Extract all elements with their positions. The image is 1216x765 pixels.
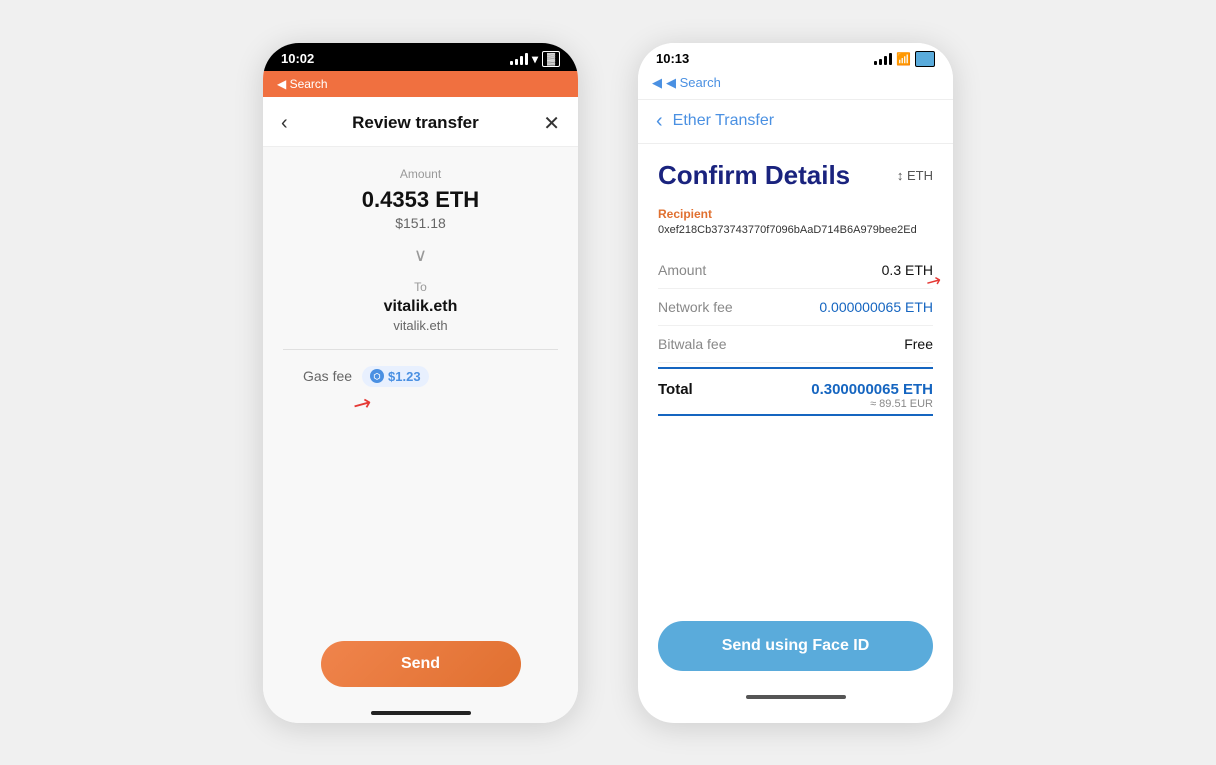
gas-fee-row: Gas fee ⬡ $1.23 — [293, 366, 429, 387]
total-label: Total — [658, 381, 693, 398]
amount-eth: 0.4353 ETH — [362, 187, 479, 213]
search-back-2[interactable]: ◀ — [652, 75, 662, 91]
nav-header-2: ‹ Ether Transfer — [638, 100, 953, 144]
gas-fee-label: Gas fee — [303, 368, 352, 384]
back-button-1[interactable]: ‹ — [281, 112, 288, 135]
to-sub: vitalik.eth — [393, 318, 447, 333]
wifi-icon-2: 📶 — [896, 52, 911, 66]
phone2-main-content: Confirm Details ↕ ETH Recipient 0xef218C… — [638, 144, 953, 723]
recipient-address: 0xef218Cb373743770f7096bAaD714B6A979bee2… — [658, 224, 933, 236]
detail-label-network-fee: Network fee — [658, 299, 733, 315]
confirm-title: Confirm Details — [658, 160, 850, 191]
phone1-main-content: Amount 0.4353 ETH $151.18 ∨ To vitalik.e… — [263, 147, 578, 723]
status-bar-1: 10:02 ▾ ▓ — [263, 43, 578, 71]
page-title-2: Ether Transfer — [673, 112, 774, 130]
face-id-button[interactable]: Send using Face ID — [658, 621, 933, 671]
time-2: 10:13 — [656, 51, 689, 66]
amount-usd: $151.18 — [395, 215, 446, 231]
status-icons-2: 📶 ▓ — [874, 51, 935, 67]
detail-value-network-fee: 0.000000065 ETH — [819, 299, 933, 315]
phone1: 10:02 ▾ ▓ ◀ Search ‹ Review transfer ✕ A… — [263, 43, 578, 723]
close-button-1[interactable]: ✕ — [543, 111, 560, 136]
to-label: To — [414, 280, 427, 294]
red-arrow-icon-1: ↗ — [348, 388, 377, 420]
signal-icon-2 — [874, 53, 892, 65]
status-icons-1: ▾ ▓ — [510, 51, 560, 67]
total-eur: ≈ 89.51 EUR — [811, 398, 933, 410]
status-bar-2: 10:13 📶 ▓ — [638, 43, 953, 71]
send-button[interactable]: Send — [321, 641, 521, 687]
detail-row-amount: Amount 0.3 ETH — [658, 252, 933, 289]
eth-toggle[interactable]: ↕ ETH — [897, 168, 933, 183]
divider-1 — [283, 349, 558, 350]
search-bar-1: ◀ Search — [263, 71, 578, 97]
confirm-header: Confirm Details ↕ ETH — [658, 160, 933, 191]
total-row: Total 0.300000065 ETH ≈ 89.51 EUR — [658, 367, 933, 416]
time-1: 10:02 — [281, 51, 314, 66]
total-value: 0.300000065 ETH — [811, 381, 933, 398]
recipient-label: Recipient — [658, 207, 933, 221]
nav-header-1: ‹ Review transfer ✕ — [263, 97, 578, 147]
home-indicator-2 — [746, 695, 846, 699]
phone2: 10:13 📶 ▓ ◀ ◀ Search ‹ Ether Transfer Co… — [638, 43, 953, 723]
wifi-icon: ▾ — [532, 52, 538, 66]
detail-label-bitwala-fee: Bitwala fee — [658, 336, 726, 352]
search-label-text-2: ◀ Search — [666, 75, 721, 91]
home-indicator-1 — [371, 711, 471, 715]
gas-fee-badge: ⬡ $1.23 — [362, 366, 429, 387]
detail-row-network-fee: Network fee 0.000000065 ETH ↗ — [658, 289, 933, 326]
red-arrow-annotation-1: ↗ — [353, 391, 429, 417]
transfer-arrow-down: ∨ — [414, 245, 427, 266]
amount-label: Amount — [400, 167, 441, 181]
total-right: 0.300000065 ETH ≈ 89.51 EUR — [811, 381, 933, 410]
page-title-1: Review transfer — [352, 113, 479, 133]
detail-value-bitwala-fee: Free — [904, 336, 933, 352]
search-label-1: ◀ Search — [277, 77, 328, 91]
detail-row-bitwala-fee: Bitwala fee Free — [658, 326, 933, 363]
back-button-2[interactable]: ‹ — [656, 110, 663, 133]
search-bar-2: ◀ ◀ Search — [638, 71, 953, 100]
battery-icon-2: ▓ — [915, 51, 935, 67]
signal-icon — [510, 53, 528, 65]
detail-value-amount: 0.3 ETH — [882, 262, 933, 278]
detail-label-amount: Amount — [658, 262, 706, 278]
gas-amount: $1.23 — [388, 369, 421, 384]
gas-icon: ⬡ — [370, 369, 384, 383]
gas-fee-section: Gas fee ⬡ $1.23 ↗ — [283, 366, 429, 417]
to-name: vitalik.eth — [384, 298, 458, 316]
battery-icon: ▓ — [542, 51, 560, 67]
